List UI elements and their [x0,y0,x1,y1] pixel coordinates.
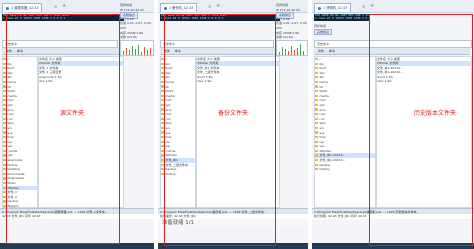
folder-icon [315,62,318,65]
session-tab-label: 1 快照机_42.43 [323,6,348,10]
folder-icon [315,122,318,125]
folder-icon [315,117,318,120]
system-info-panel: 同步时间 系统信息 [314,24,370,36]
close-icon[interactable]: × [54,4,57,9]
close-icon[interactable]: × [362,4,365,9]
session-status-icon [6,6,9,10]
session-tab-label: 1 备份机_42.43 [169,6,194,10]
add-tab-icon[interactable]: + [370,3,374,9]
cpu-graph [120,40,154,56]
folder-icon [315,113,318,116]
folder-icon [315,80,318,84]
session-tab[interactable]: 1 备份机_42.43 [160,3,198,12]
folder-icon [315,163,318,166]
system-info-button[interactable]: 系统信息 [314,28,333,36]
folder-icon [315,168,318,171]
annotation-label-backup: 备份文件夹 [218,110,249,117]
tree-item: history [315,167,375,172]
annotation-label-snapshot: 历史版本文件夹 [414,110,457,117]
session-tab-bar: 1 快照机_42.43 × + [312,0,474,13]
folder-icon [315,145,318,148]
folder-icon [315,76,318,79]
folder-icon [315,154,318,157]
annotation-box-source [6,14,120,244]
directory-tree[interactable]: / bin boot dev etc home lib lib64 media … [314,56,376,208]
annotation-label-source: 源文件夹 [60,110,85,117]
terminal-line: 1 root 20 0 19332 1548 1236 S 0.0 0.1 [315,16,370,21]
cpu-graph [276,40,308,56]
session-tab-label: 1 源服务器_42.43 [11,6,39,10]
terminal-output[interactable]: PID USER PR NI VIRT RES SHR S %CPU %MEM … [314,14,370,21]
folder-icon [315,158,318,162]
folder-icon [315,94,318,97]
session-tab[interactable]: 1 快照机_42.43 [314,3,352,12]
folder-icon [315,140,318,143]
folder-icon [315,131,318,134]
folder-icon [315,149,318,152]
add-tab-icon[interactable]: + [216,3,220,9]
system-info-panel: 同步时间 IP 172.16.42.43 系统信息 运行 0.00 负载 0.0… [120,3,154,40]
session-tab[interactable]: 1 源服务器_42.43 [2,3,43,12]
folder-icon [315,126,318,129]
system-info-panel: 同步时间 IP 172.16.42.43 系统信息 运行 0.00 负载 0.0… [276,3,308,40]
folder-icon [315,103,318,107]
session-status-icon [164,6,167,10]
folder-icon [315,85,318,88]
add-tab-icon[interactable]: + [62,3,66,9]
folder-icon [315,71,318,74]
session-status-icon [318,6,321,10]
folder-icon [315,90,318,93]
folder-icon [315,67,318,70]
close-icon[interactable]: × [208,4,211,9]
folder-icon [315,57,318,61]
tab-commands[interactable]: 命令 [329,49,335,53]
annotation-box-backup [164,14,276,246]
annotation-box-snapshot [369,14,473,246]
folder-icon [315,108,318,111]
tab-files[interactable]: 文件 [318,49,324,53]
folder-icon [315,136,318,139]
folder-icon [315,99,318,102]
